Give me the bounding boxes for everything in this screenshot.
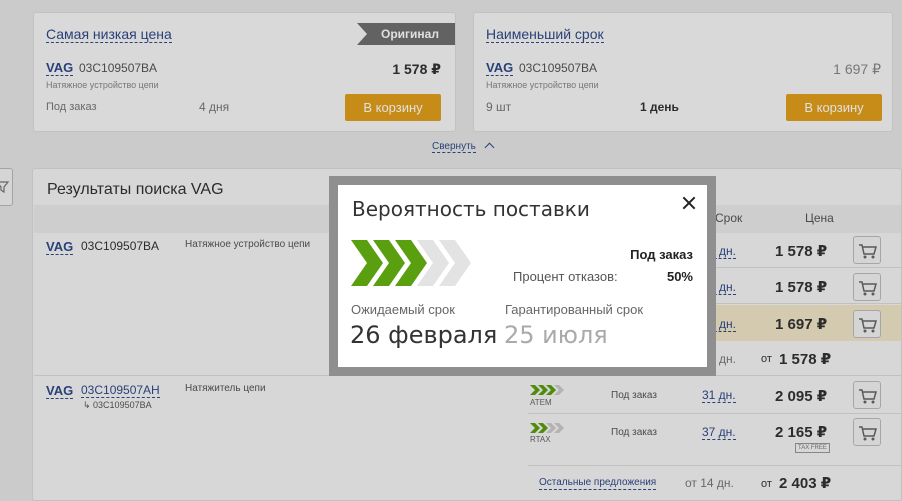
- expected-date: 26 февраля: [350, 321, 498, 349]
- delivery-probability-chevrons-icon: [351, 240, 471, 286]
- modal-status: Под заказ: [630, 247, 693, 262]
- expected-date-label: Ожидаемый срок: [351, 302, 455, 317]
- close-icon[interactable]: [681, 195, 697, 211]
- modal-title: Вероятность поставки: [352, 197, 590, 221]
- refusal-rate-value: 50%: [666, 269, 693, 284]
- guaranteed-date-label: Гарантированный срок: [505, 302, 644, 317]
- delivery-probability-modal: Вероятность поставки Под заказ Процент о…: [338, 185, 707, 367]
- refusal-rate-label: Процент отказов:: [513, 269, 618, 284]
- guaranteed-date: 25 июля: [504, 321, 608, 349]
